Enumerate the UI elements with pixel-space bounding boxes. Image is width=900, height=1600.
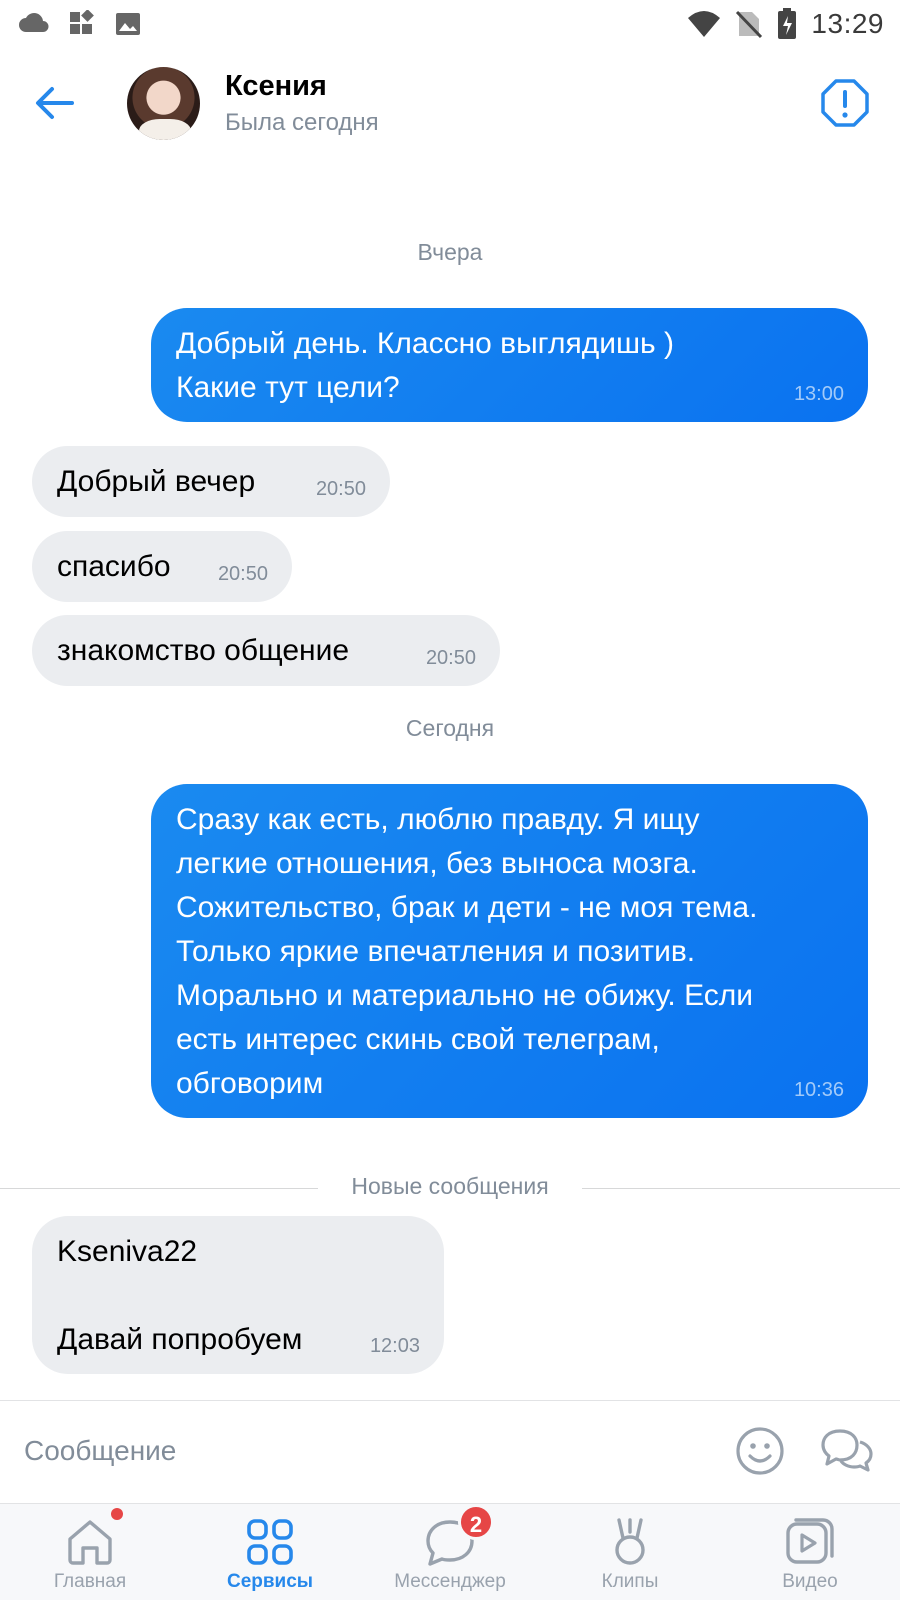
tab-video[interactable]: Видео: [720, 1504, 900, 1600]
tab-home[interactable]: Главная: [0, 1504, 180, 1600]
new-messages-label: Новые сообщения: [351, 1173, 549, 1199]
new-messages-divider: Новые сообщения: [0, 1168, 900, 1208]
message-text: есть интерес скинь свой телеграм,: [176, 1023, 660, 1056]
image-icon: [116, 13, 140, 35]
message-time: 20:50: [425, 647, 476, 669]
notification-dot: [111, 1508, 123, 1520]
chat-bubbles-button[interactable]: [820, 1425, 874, 1477]
message-time: 20:50: [315, 478, 366, 500]
date-separator: Сегодня: [405, 715, 495, 741]
message-text: Только яркие впечатления и позитив.: [176, 935, 696, 968]
tab-messenger[interactable]: 2 Мессенджер: [360, 1504, 540, 1600]
outgoing-message[interactable]: Добрый день. Классно выглядишь ) Какие т…: [151, 308, 868, 422]
tab-services[interactable]: Сервисы: [180, 1504, 360, 1600]
contact-status: Была сегодня: [225, 109, 379, 136]
back-button[interactable]: [30, 78, 80, 128]
message-text: Морально и материально не обижу. Если: [176, 979, 754, 1012]
incoming-message[interactable]: спасибо 20:50: [32, 531, 292, 602]
contact-name[interactable]: Ксения: [225, 70, 327, 103]
battery-icon: [778, 8, 797, 39]
status-left-icons: [18, 10, 142, 38]
message-text: Сразу как есть, люблю правду. Я ищу: [176, 803, 700, 836]
message-text: обговорим: [176, 1067, 324, 1100]
message-text: Сожительство, брак и дети - не моя тема.: [176, 891, 758, 924]
no-signal-icon: [736, 10, 763, 39]
message-time: 13:00: [793, 383, 844, 405]
tab-clips[interactable]: Клипы: [540, 1504, 720, 1600]
tab-label: Клипы: [601, 1571, 659, 1592]
emoji-button[interactable]: [734, 1425, 786, 1477]
message-text: знакомство общение: [57, 634, 350, 667]
smile-icon: [736, 1427, 784, 1475]
tab-label: Мессенджер: [394, 1571, 506, 1592]
message-time: 12:03: [369, 1335, 420, 1357]
services-icon: [247, 1519, 293, 1565]
widgets-icon: [70, 10, 94, 34]
tab-label: Видео: [782, 1571, 838, 1592]
status-right-icons: 13:29: [687, 8, 884, 40]
tab-label: Главная: [53, 1571, 127, 1592]
tab-label: Сервисы: [226, 1571, 314, 1592]
outgoing-message[interactable]: Сразу как есть, люблю правду. Я ищу легк…: [151, 784, 868, 1118]
arrow-left-icon: [36, 87, 74, 119]
message-input[interactable]: Сообщение: [24, 1435, 176, 1467]
clock: 13:29: [811, 8, 884, 39]
date-separator: Вчера: [417, 239, 483, 265]
alert-octagon-icon: [821, 79, 869, 127]
incoming-message[interactable]: Kseniva22 Давай попробуем 12:03: [32, 1216, 444, 1374]
wifi-icon: [688, 11, 721, 37]
clips-icon: [615, 1518, 645, 1565]
chat-bubbles-icon: [821, 1429, 873, 1472]
message-time: 10:36: [793, 1079, 844, 1101]
bottom-tab-bar: Главная Сервисы 2 Мессенджер Клипы Видео: [0, 1503, 900, 1600]
message-text: Kseniva22: [57, 1235, 198, 1268]
video-icon: [786, 1518, 834, 1564]
cloud-icon: [19, 13, 49, 33]
unread-badge: 2: [458, 1504, 494, 1540]
message-time: 20:50: [217, 563, 268, 585]
incoming-message[interactable]: Добрый вечер 20:50: [32, 446, 390, 517]
message-text: легкие отношения, без выноса мозга.: [176, 847, 698, 880]
status-bar: 13:29: [0, 0, 900, 50]
avatar[interactable]: [127, 67, 200, 140]
message-text: Давай попробуем: [57, 1323, 303, 1356]
message-text: Добрый день. Классно выглядишь ): [176, 327, 674, 360]
message-composer: Сообщение: [0, 1400, 900, 1503]
home-icon: [68, 1520, 112, 1565]
report-button[interactable]: [820, 78, 870, 128]
chat-header: Ксения Была сегодня: [0, 52, 900, 156]
message-list[interactable]: Вчера Добрый день. Классно выглядишь ) К…: [0, 156, 900, 1400]
incoming-message[interactable]: знакомство общение 20:50: [32, 615, 500, 686]
message-text: Какие тут цели?: [176, 371, 400, 404]
